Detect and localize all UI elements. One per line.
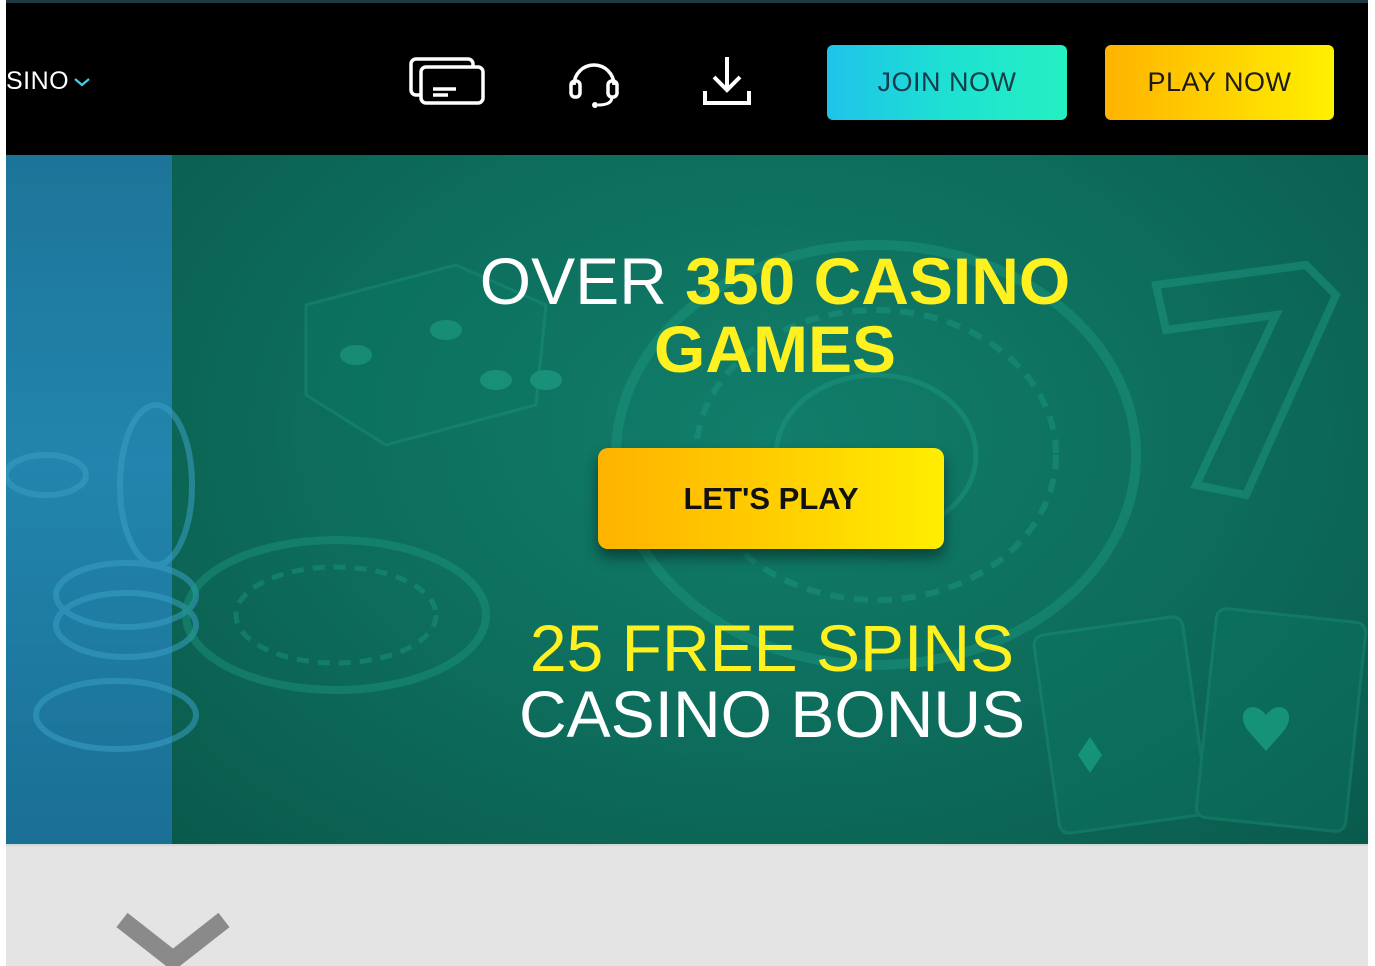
- casino-menu-dropdown[interactable]: SINO: [6, 67, 91, 96]
- top-nav: SINO JOIN NOW PLAY NOW: [6, 0, 1368, 155]
- chevron-down-icon[interactable]: [110, 910, 236, 966]
- content-area: [6, 844, 1368, 966]
- headline-highlight-2: GAMES: [653, 312, 897, 386]
- headline-line2: GAMES: [6, 315, 1368, 383]
- join-now-button[interactable]: JOIN NOW: [827, 45, 1067, 120]
- headset-icon[interactable]: [554, 51, 634, 111]
- headline-prefix: OVER: [479, 244, 686, 318]
- download-icon[interactable]: [687, 51, 767, 111]
- cards-icon[interactable]: [408, 51, 488, 111]
- bonus-label-text: CASINO BONUS: [518, 677, 1026, 751]
- headline-highlight: 350 CASINO: [685, 244, 1071, 318]
- lets-play-button[interactable]: LET'S PLAY: [598, 448, 944, 549]
- headline: OVER 350 CASINO: [6, 247, 1368, 315]
- hero-banner: OVER 350 CASINO GAMES LET'S PLAY 25 FREE…: [6, 155, 1368, 844]
- bonus-spins-text: 25 FREE SPINS: [529, 611, 1015, 685]
- brand-label: SINO: [6, 67, 70, 95]
- chevron-down-icon: [74, 77, 90, 86]
- page: SINO JOIN NOW PLAY NOW OVER 350 CASINO G…: [6, 0, 1368, 966]
- play-now-button[interactable]: PLAY NOW: [1105, 45, 1334, 120]
